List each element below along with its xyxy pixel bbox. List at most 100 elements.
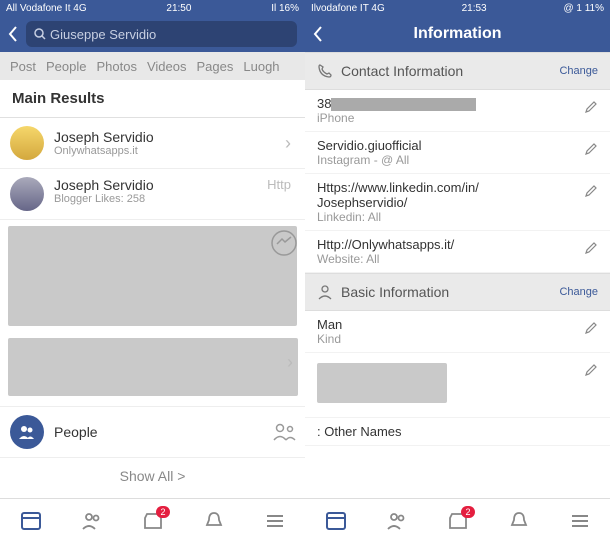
page-title: Information <box>331 25 584 43</box>
tab-places[interactable]: Luogh <box>243 59 279 74</box>
messenger-button[interactable] <box>271 230 297 256</box>
phone-row[interactable]: 38 iPhone <box>305 90 610 132</box>
top-bar: Information <box>305 16 610 52</box>
person-icon <box>317 284 333 300</box>
nav-menu[interactable] <box>264 510 286 532</box>
status-time: 21:50 <box>166 3 191 14</box>
search-input[interactable]: Giuseppe Servidio <box>26 21 297 47</box>
nav-feed[interactable] <box>20 510 42 532</box>
instagram-value: Servidio.giuofficial <box>317 138 598 153</box>
result-name: Joseph Servidio <box>54 177 263 193</box>
gender-row[interactable]: Man Kind <box>305 311 610 353</box>
basic-info-section: Basic Information Change <box>305 273 610 311</box>
edit-button[interactable] <box>584 363 598 377</box>
other-names-row[interactable]: : Other Names <box>305 418 610 446</box>
tab-videos[interactable]: Videos <box>147 59 187 74</box>
feed-icon <box>20 510 42 532</box>
status-bar: All Vodafone It 4G 21:50 Il 16% <box>0 0 305 16</box>
tab-people[interactable]: People <box>46 59 86 74</box>
nav-menu[interactable] <box>569 510 591 532</box>
back-button[interactable] <box>8 26 18 42</box>
result-row[interactable]: Joseph Servidio Blogger Likes: 258 Http <box>0 169 305 220</box>
battery-label: Il 16% <box>271 3 299 14</box>
nav-notifications[interactable] <box>508 510 530 532</box>
people-label: People <box>54 424 295 440</box>
hamburger-icon <box>264 510 286 532</box>
pencil-icon <box>584 142 598 156</box>
status-time: 21:53 <box>462 3 487 14</box>
tab-photos[interactable]: Photos <box>97 59 137 74</box>
edit-button[interactable] <box>584 321 598 335</box>
linkedin-row[interactable]: Https://www.linkedin.com/in/ Josephservi… <box>305 174 610 231</box>
chevron-left-icon <box>313 26 323 42</box>
nav-feed[interactable] <box>325 510 347 532</box>
status-bar: Ilvodafone IT 4G 21:53 @ 1 11% <box>305 0 610 16</box>
people-icon <box>10 415 44 449</box>
results-content: Main Results Joseph Servidio Onlywhatsap… <box>0 80 305 498</box>
main-results-heading: Main Results <box>0 80 305 118</box>
website-row[interactable]: Http://Onlywhatsapps.it/ Website: All <box>305 231 610 273</box>
redacted-phone <box>331 98 476 111</box>
people-row[interactable]: People <box>0 407 305 458</box>
back-button[interactable] <box>313 26 323 42</box>
nav-friends[interactable] <box>386 510 408 532</box>
add-people-button[interactable] <box>273 423 297 441</box>
nav-notifications[interactable] <box>203 510 225 532</box>
website-label: Website: All <box>317 252 598 266</box>
change-link[interactable]: Change <box>559 286 598 298</box>
section-label: Contact Information <box>341 63 463 79</box>
gender-label: Kind <box>317 332 598 346</box>
nav-marketplace[interactable]: 2 <box>142 510 164 532</box>
search-results-screen: All Vodafone It 4G 21:50 Il 16% Giuseppe… <box>0 0 305 542</box>
feed-icon <box>325 510 347 532</box>
contact-info-section: Contact Information Change <box>305 52 610 90</box>
linkedin-label: Linkedin: All <box>317 210 598 224</box>
information-screen: Ilvodafone IT 4G 21:53 @ 1 11% Informati… <box>305 0 610 542</box>
pencil-icon <box>584 321 598 335</box>
result-row[interactable]: Joseph Servidio Onlywhatsapps.it › <box>0 118 305 169</box>
tab-post[interactable]: Post <box>10 59 36 74</box>
hamburger-icon <box>569 510 591 532</box>
section-label: Basic Information <box>341 284 449 300</box>
redacted-row[interactable] <box>305 353 610 418</box>
linkedin-user: Josephservidio/ <box>317 195 598 210</box>
bottom-nav: 2 <box>0 498 305 542</box>
carrier-label: All Vodafone It 4G <box>6 3 87 14</box>
pencil-icon <box>584 100 598 114</box>
messenger-icon <box>271 230 297 256</box>
linkedin-url: Https://www.linkedin.com/in/ <box>317 180 598 195</box>
result-name: Joseph Servidio <box>54 129 281 145</box>
show-all-button[interactable]: Show All > <box>0 458 305 494</box>
nav-badge: 2 <box>156 506 169 518</box>
pencil-icon <box>584 363 598 377</box>
pencil-icon <box>584 184 598 198</box>
edit-button[interactable] <box>584 142 598 156</box>
instagram-label: Instagram - @ All <box>317 153 598 167</box>
chevron-right-icon: › <box>281 133 295 154</box>
result-image-placeholder <box>8 338 298 396</box>
tab-pages[interactable]: Pages <box>197 59 234 74</box>
result-image-placeholder <box>8 226 297 326</box>
filter-tabs: Post People Photos Videos Pages Luogh <box>0 52 305 80</box>
friends-icon <box>81 510 103 532</box>
avatar <box>10 177 44 211</box>
edit-button[interactable] <box>584 184 598 198</box>
search-icon <box>34 28 46 40</box>
top-bar: Giuseppe Servidio <box>0 16 305 52</box>
instagram-row[interactable]: Servidio.giuofficial Instagram - @ All <box>305 132 610 174</box>
chevron-left-icon <box>8 26 18 42</box>
chevron-right-icon[interactable]: › <box>283 352 297 373</box>
bottom-nav: 2 <box>305 498 610 542</box>
change-link[interactable]: Change <box>559 65 598 77</box>
bell-icon <box>508 510 530 532</box>
search-query: Giuseppe Servidio <box>50 27 156 42</box>
other-names-label: : Other Names <box>317 424 598 439</box>
nav-marketplace[interactable]: 2 <box>447 510 469 532</box>
pencil-icon <box>584 241 598 255</box>
http-label: Http <box>263 177 295 192</box>
edit-button[interactable] <box>584 100 598 114</box>
nav-friends[interactable] <box>81 510 103 532</box>
result-sub: Blogger Likes: 258 <box>54 193 263 205</box>
edit-button[interactable] <box>584 241 598 255</box>
info-content: Contact Information Change 38 iPhone Ser… <box>305 52 610 498</box>
